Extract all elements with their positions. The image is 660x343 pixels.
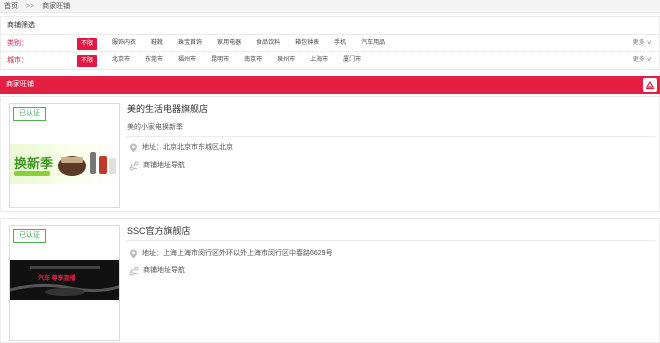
section-header: 商家旺铺 xyxy=(0,76,660,94)
refresh-icon xyxy=(645,80,655,90)
filter-title: 商铺筛选 xyxy=(1,17,659,35)
category-option-bags-watches[interactable]: 箱包钟表 xyxy=(295,35,319,52)
shop-card: 已认证 汽车 尊享直播 SSC官方旗舰店 地址：上海上海市闵行区外环以外上海市闵… xyxy=(0,218,660,343)
shop-info: 美的生活电器旗舰店 美的小家电换新季 xyxy=(127,103,659,132)
chevron-down-icon: ∨ xyxy=(645,57,652,63)
refresh-button[interactable] xyxy=(643,78,657,92)
breadcrumb-separator: >> xyxy=(25,3,35,10)
shop-thumbnail[interactable]: 已认证 汽车 尊享直播 xyxy=(9,225,120,341)
category-filter-row: 类别： 不限 服饰内衣 鞋靴 珠宝首饰 家用电器 食品饮料 箱包钟表 手机 汽车… xyxy=(1,35,659,52)
category-option-jewelry[interactable]: 珠宝首饰 xyxy=(178,35,202,52)
shop-card: 已认证 换新季 美的生活电器旗舰店 美的小家电换新季 地址：北京北京市东城区北京 xyxy=(0,96,660,212)
city-option-quanzhou[interactable]: 泉州市 xyxy=(277,52,295,69)
shop-thumbnail[interactable]: 已认证 换新季 xyxy=(9,103,120,208)
breadcrumb-home-link[interactable]: 首页 xyxy=(4,0,18,13)
breadcrumb: 首页 >> 商家旺铺 xyxy=(0,0,660,13)
section-title: 商家旺铺 xyxy=(6,81,34,88)
location-pin-icon xyxy=(130,249,137,259)
banner-text: 换新季 xyxy=(14,156,53,171)
breadcrumb-current: 商家旺铺 xyxy=(42,3,71,10)
certified-badge: 已认证 xyxy=(13,107,46,121)
shop-address: 地址：上海上海市闵行区外环以外上海市闵行区中春路6629号 xyxy=(129,249,333,259)
city-option-xiamen[interactable]: 厦门市 xyxy=(343,52,361,69)
shop-name-link[interactable]: SSC官方旗舰店 xyxy=(127,225,659,237)
city-more-label: 更多 xyxy=(632,57,645,63)
city-option-kunming[interactable]: 昆明市 xyxy=(211,52,229,69)
divider xyxy=(127,136,655,137)
category-option-unlimited[interactable]: 不限 xyxy=(77,37,98,50)
category-option-food[interactable]: 食品饮料 xyxy=(256,35,280,52)
shop-navigation-link[interactable]: 商铺地址导航 xyxy=(129,266,185,276)
city-option-dongguan[interactable]: 东莞市 xyxy=(145,52,163,69)
certified-badge: 已认证 xyxy=(13,229,46,243)
category-option-shoes[interactable]: 鞋靴 xyxy=(151,35,163,52)
shop-navigation-label: 商铺地址导航 xyxy=(143,267,185,274)
shop-info: SSC官方旗舰店 xyxy=(127,225,659,237)
city-option-fuzhou[interactable]: 福州市 xyxy=(178,52,196,69)
shop-navigation-label: 商铺地址导航 xyxy=(143,162,185,169)
shop-address: 地址：北京北京市东城区北京 xyxy=(129,143,233,153)
city-filter-label: 城市： xyxy=(7,57,28,64)
map-route-icon xyxy=(129,161,139,171)
location-pin-icon xyxy=(130,143,137,153)
category-option-appliances[interactable]: 家用电器 xyxy=(217,35,241,52)
shop-address-text: 地址：北京北京市东城区北京 xyxy=(142,144,233,151)
shop-address-text: 地址：上海上海市闵行区外环以外上海市闵行区中春路6629号 xyxy=(142,250,333,257)
map-route-icon xyxy=(129,266,139,276)
city-option-beijing[interactable]: 北京市 xyxy=(112,52,130,69)
category-options: 不限 服饰内衣 鞋靴 珠宝首饰 家用电器 食品饮料 箱包钟表 手机 汽车用品 xyxy=(77,35,400,52)
city-options: 不限 北京市 东莞市 福州市 昆明市 南京市 泉州市 上海市 厦门市 xyxy=(77,52,376,69)
category-more-button[interactable]: 更多∨ xyxy=(632,35,652,52)
city-option-shanghai[interactable]: 上海市 xyxy=(310,52,328,69)
shop-filter-panel: 商铺筛选 类别： 不限 服饰内衣 鞋靴 珠宝首饰 家用电器 食品饮料 箱包钟表 … xyxy=(0,16,660,70)
divider xyxy=(127,240,655,241)
category-filter-label: 类别： xyxy=(7,40,28,47)
shop-navigation-link[interactable]: 商铺地址导航 xyxy=(129,161,185,171)
shop-name-link[interactable]: 美的生活电器旗舰店 xyxy=(127,103,659,115)
banner-text: 汽车 尊享直播 xyxy=(38,274,77,282)
category-more-label: 更多 xyxy=(632,40,645,46)
shop-banner-image: 汽车 尊享直播 xyxy=(10,260,119,300)
city-more-button[interactable]: 更多∨ xyxy=(632,52,652,69)
city-option-nanjing[interactable]: 南京市 xyxy=(244,52,262,69)
category-option-phones[interactable]: 手机 xyxy=(334,35,346,52)
shop-slogan: 美的小家电换新季 xyxy=(127,124,183,131)
city-filter-row: 城市： 不限 北京市 东莞市 福州市 昆明市 南京市 泉州市 上海市 厦门市 更… xyxy=(1,52,659,69)
category-option-auto[interactable]: 汽车用品 xyxy=(361,35,385,52)
shop-banner-image: 换新季 xyxy=(10,144,119,184)
chevron-down-icon: ∨ xyxy=(645,40,652,46)
city-option-unlimited[interactable]: 不限 xyxy=(77,54,98,67)
category-option-apparel[interactable]: 服饰内衣 xyxy=(112,35,136,52)
